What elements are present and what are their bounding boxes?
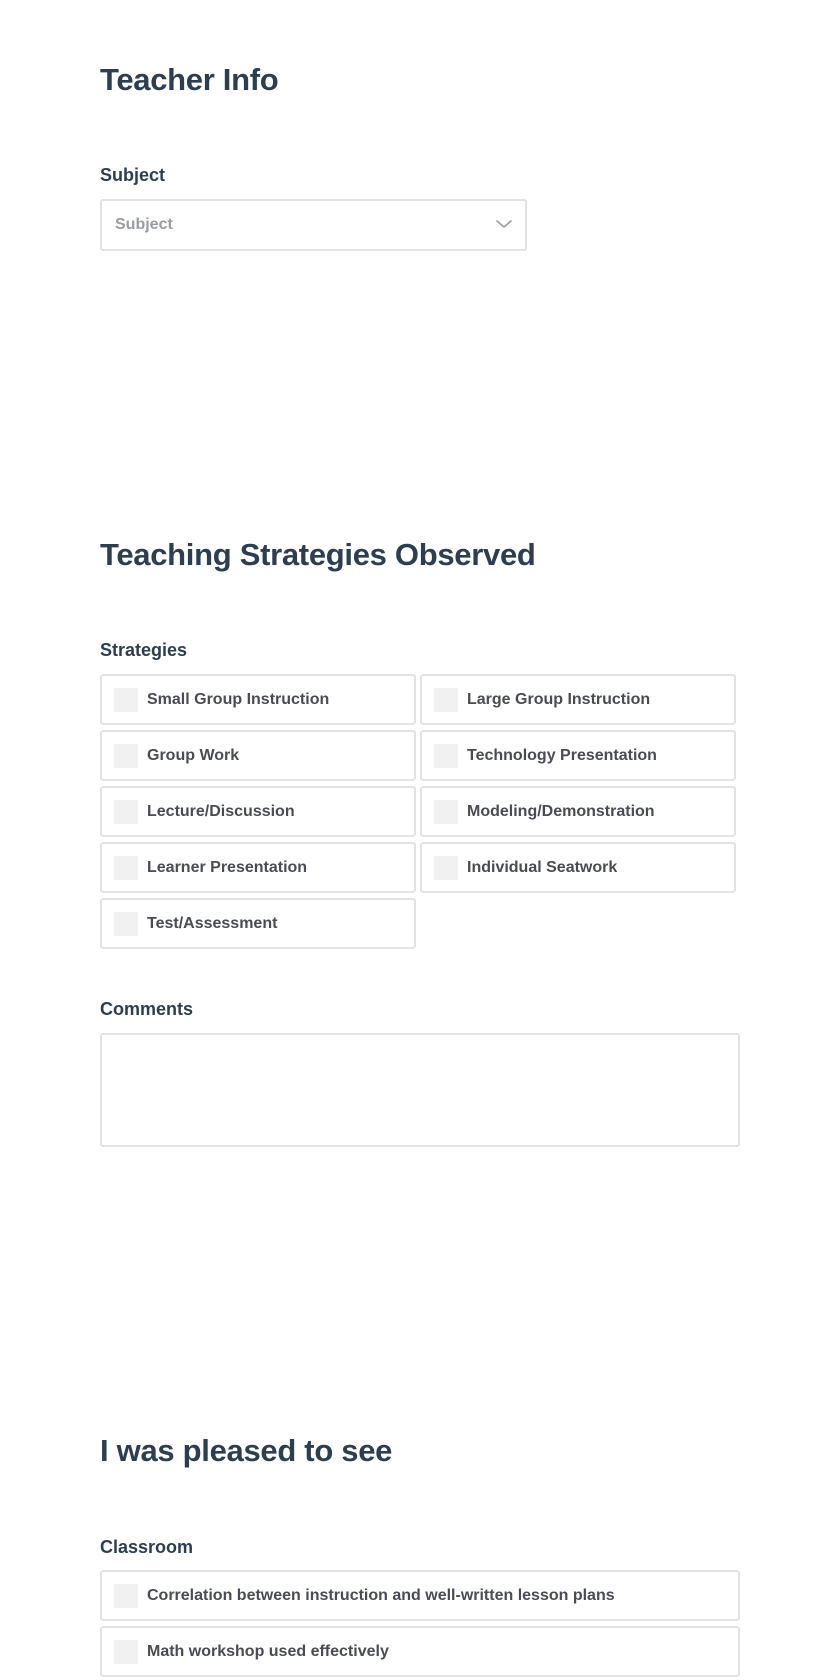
strategy-option-large-group-instruction[interactable]: Large Group Instruction <box>420 674 736 725</box>
checkbox[interactable] <box>114 687 138 712</box>
checkbox[interactable] <box>114 799 138 824</box>
strategy-option-small-group-instruction[interactable]: Small Group Instruction <box>100 674 416 725</box>
subject-label: Subject <box>100 165 166 185</box>
strategy-option-technology-presentation[interactable]: Technology Presentation <box>420 730 736 781</box>
option-label: Correlation between instruction and well… <box>147 1586 615 1604</box>
strategies-label: Strategies <box>100 640 188 660</box>
classroom-label: Classroom <box>100 1537 194 1557</box>
strategy-option-test-assessment[interactable]: Test/Assessment <box>100 898 416 949</box>
checkbox[interactable] <box>114 743 138 768</box>
section-title-strategies-observed: Teaching Strategies Observed <box>100 537 536 572</box>
option-label: Learner Presentation <box>147 858 308 876</box>
strategy-option-group-work[interactable]: Group Work <box>100 730 416 781</box>
option-label: Modeling/Demonstration <box>467 802 655 820</box>
strategy-option-lecture-discussion[interactable]: Lecture/Discussion <box>100 786 416 837</box>
chevron-down-icon <box>496 220 512 228</box>
checkbox[interactable] <box>114 855 138 880</box>
subject-dropdown[interactable]: Subject <box>100 199 527 251</box>
section-title-teacher-info: Teacher Info <box>100 62 279 97</box>
option-label: Small Group Instruction <box>147 690 330 708</box>
strategy-option-individual-seatwork[interactable]: Individual Seatwork <box>420 842 736 893</box>
comments-label: Comments <box>100 999 194 1019</box>
option-label: Math workshop used effectively <box>147 1642 389 1660</box>
option-label: Test/Assessment <box>147 914 278 932</box>
option-label: Large Group Instruction <box>467 690 651 708</box>
form-page: Teacher Info Subject Subject Teaching St… <box>0 0 840 1680</box>
option-label: Lecture/Discussion <box>147 802 295 820</box>
section-title-pleased-to-see: I was pleased to see <box>100 1433 393 1468</box>
checkbox[interactable] <box>434 799 458 824</box>
checkbox[interactable] <box>434 687 458 712</box>
comments-textarea[interactable] <box>100 1033 740 1147</box>
checkbox[interactable] <box>114 1583 138 1608</box>
option-label: Technology Presentation <box>467 746 657 764</box>
strategy-option-modeling-demonstration[interactable]: Modeling/Demonstration <box>420 786 736 837</box>
option-label: Group Work <box>147 746 240 764</box>
classroom-option-instruction-lesson-plans[interactable]: Correlation between instruction and well… <box>100 1570 740 1621</box>
classroom-option-math-workshop[interactable]: Math workshop used effectively <box>100 1626 740 1677</box>
checkbox[interactable] <box>434 855 458 880</box>
checkbox[interactable] <box>114 911 138 936</box>
option-label: Individual Seatwork <box>467 858 618 876</box>
checkbox[interactable] <box>114 1639 138 1664</box>
subject-placeholder: Subject <box>115 216 173 233</box>
checkbox[interactable] <box>434 743 458 768</box>
strategy-option-learner-presentation[interactable]: Learner Presentation <box>100 842 416 893</box>
